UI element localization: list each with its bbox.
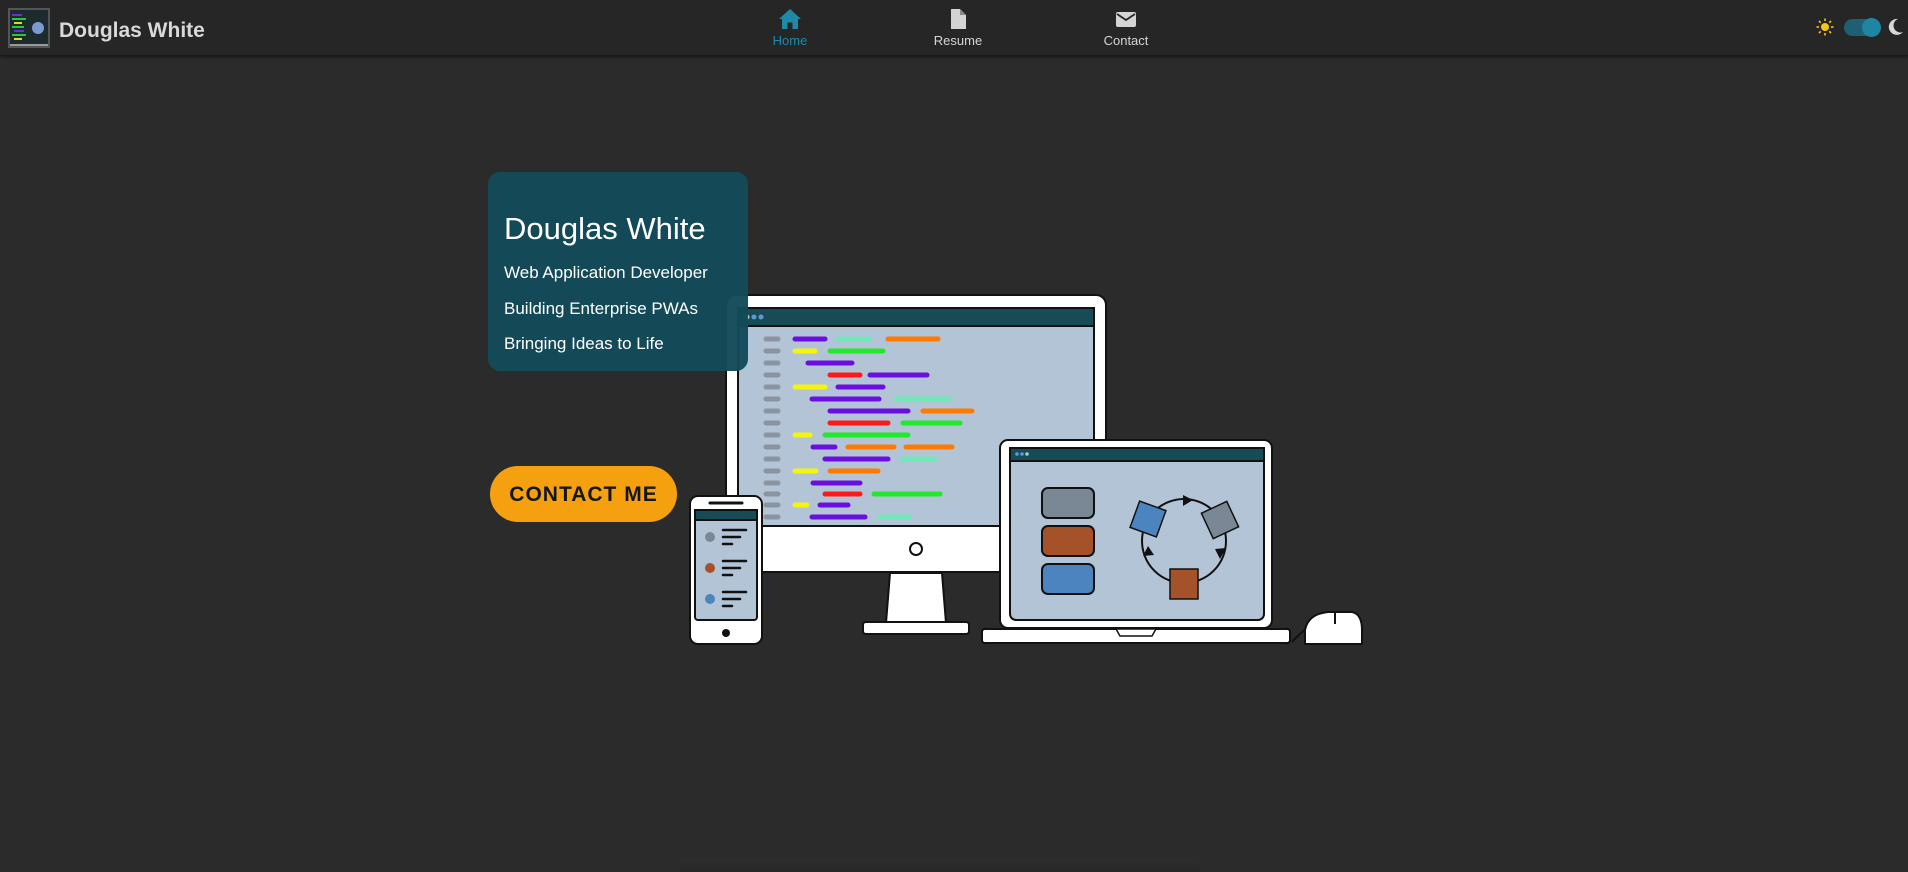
nav-home-label: Home <box>772 33 808 48</box>
home-icon <box>779 9 801 29</box>
phone-illustration <box>689 495 763 645</box>
mail-icon <box>1116 12 1136 27</box>
mouse-illustration <box>1291 611 1363 645</box>
theme-switch-knob <box>1862 18 1881 37</box>
nav-resume[interactable]: Resume <box>903 8 1013 48</box>
hero-card: Douglas White Web Application Developer … <box>488 172 748 371</box>
moon-icon <box>1888 18 1903 35</box>
nav-resume-label: Resume <box>933 33 983 48</box>
sun-icon <box>1816 18 1834 36</box>
hero-tagline-3: Bringing Ideas to Life <box>504 334 664 353</box>
top-bar: Douglas White Home Resume Contact <box>0 0 1908 56</box>
theme-switch[interactable] <box>1844 18 1881 37</box>
devices-illustration <box>689 294 1363 645</box>
hero-tagline-1: Web Application Developer <box>504 263 708 282</box>
site-logo[interactable] <box>8 8 50 48</box>
nav-home[interactable]: Home <box>735 8 845 48</box>
hero-tagline-2: Building Enterprise PWAs <box>504 299 699 318</box>
contact-me-button[interactable]: CONTACT ME <box>490 466 677 522</box>
nav-contact-label: Contact <box>1103 33 1149 48</box>
hero-name: Douglas White <box>504 211 706 246</box>
document-icon <box>951 9 966 29</box>
nav-contact[interactable]: Contact <box>1071 8 1181 48</box>
site-title[interactable]: Douglas White <box>59 19 205 43</box>
laptop-illustration <box>981 439 1291 644</box>
theme-toggle <box>1816 17 1903 39</box>
